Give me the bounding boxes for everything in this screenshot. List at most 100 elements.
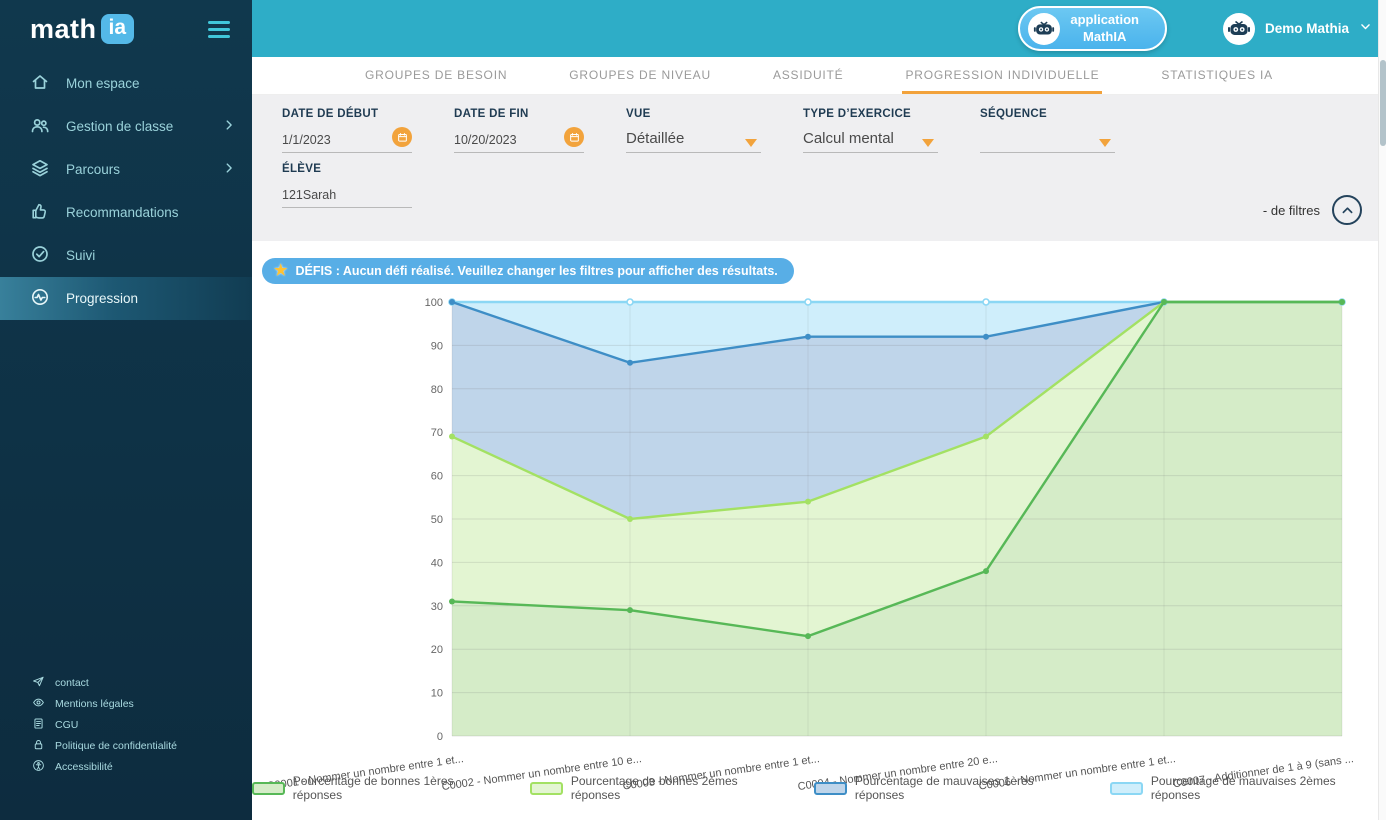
calendar-icon[interactable]	[564, 127, 584, 147]
svg-text:100: 100	[425, 297, 443, 309]
sidebar-item-label: Suivi	[66, 248, 95, 263]
sequence-label: SÉQUENCE	[980, 108, 1115, 120]
eleve-value: 121Sarah	[282, 188, 336, 202]
svg-text:50: 50	[431, 514, 443, 526]
defis-banner-text: DÉFIS : Aucun défi réalisé. Veuillez cha…	[295, 264, 777, 278]
user-menu[interactable]: Demo Mathia	[1223, 13, 1372, 45]
sequence-select[interactable]	[980, 120, 1115, 153]
star-icon: ★	[274, 263, 287, 278]
date-debut-value: 1/1/2023	[282, 133, 331, 147]
legend-swatch	[1110, 782, 1143, 795]
svg-text:20: 20	[431, 644, 443, 656]
tab-progression-individuelle[interactable]: PROGRESSION INDIVIDUELLE	[902, 68, 1102, 94]
tab-groupes-de-niveau[interactable]: GROUPES DE NIVEAU	[566, 68, 714, 94]
vue-label: VUE	[626, 108, 761, 120]
thumbs-up-icon	[30, 201, 50, 224]
chevron-down-icon	[745, 139, 757, 147]
svg-text:60: 60	[431, 471, 443, 483]
legend-item-bonnes-2emes[interactable]: Pourcentage de bonnes 2èmes réponses	[530, 774, 788, 802]
chevron-down-icon	[1359, 20, 1372, 38]
sidebar-item-gestion-de-classe[interactable]: Gestion de classe	[0, 105, 252, 148]
accessibility-icon	[32, 759, 45, 775]
activity-icon	[30, 287, 50, 310]
sidebar-item-label: Mon espace	[66, 76, 140, 91]
chevron-right-icon	[222, 118, 236, 135]
date-fin-label: DATE DE FIN	[454, 108, 584, 120]
footer-link-label: Mentions légales	[55, 698, 134, 710]
main-area: application MathIA Demo Mathia GROUPES D…	[252, 0, 1386, 820]
tab-groupes-de-besoin[interactable]: GROUPES DE BESOIN	[362, 68, 510, 94]
legend-label: Pourcentage de bonnes 2èmes réponses	[571, 774, 788, 802]
robot-icon	[1028, 13, 1060, 45]
legend-item-mauvaises-2emes[interactable]: Pourcentage de mauvaises 2èmes réponses	[1110, 774, 1386, 802]
legend-label: Pourcentage de bonnes 1ères réponses	[293, 774, 504, 802]
document-icon	[32, 717, 45, 733]
filters-panel: DATE DE DÉBUT 1/1/2023 DATE DE FIN 10/20…	[252, 95, 1386, 241]
sidebar-item-suivi[interactable]: Suivi	[0, 234, 252, 277]
eleve-label: ÉLÈVE	[282, 163, 412, 175]
users-icon	[30, 115, 50, 138]
vue-select[interactable]: Détaillée	[626, 120, 761, 153]
sidebar-footer: contact Mentions légales CGU Politique d…	[0, 672, 252, 777]
footer-link-contact[interactable]: contact	[32, 672, 252, 693]
legend-label: Pourcentage de mauvaises 1ères réponses	[855, 774, 1084, 802]
sidebar-item-label: Recommandations	[66, 205, 179, 220]
progression-chart: 0102030405060708090100C0001 - Nommer un …	[412, 296, 1362, 772]
filter-sequence: SÉQUENCE	[980, 108, 1115, 153]
date-debut-input[interactable]: 1/1/2023	[282, 120, 412, 153]
eye-icon	[32, 696, 45, 712]
hamburger-menu-icon[interactable]	[208, 17, 230, 42]
tab-assiduite[interactable]: ASSIDUITÉ	[770, 68, 847, 94]
check-circle-icon	[30, 244, 50, 267]
filters-row-2: ÉLÈVE 121Sarah	[282, 163, 1360, 208]
sidebar-item-mon-espace[interactable]: Mon espace	[0, 62, 252, 105]
calendar-icon[interactable]	[392, 127, 412, 147]
filter-eleve: ÉLÈVE 121Sarah	[282, 163, 412, 208]
brand-logo-badge: ia	[101, 14, 135, 44]
sidebar-item-label: Progression	[66, 291, 138, 306]
footer-link-accessibilite[interactable]: Accessibilité	[32, 756, 252, 777]
chart-legend: Pourcentage de bonnes 1ères réponses Pou…	[252, 774, 1386, 802]
application-mathia-button[interactable]: application MathIA	[1018, 6, 1167, 51]
defis-banner: ★ DÉFIS : Aucun défi réalisé. Veuillez c…	[262, 258, 794, 284]
date-fin-input[interactable]: 10/20/2023	[454, 120, 584, 153]
date-debut-label: DATE DE DÉBUT	[282, 108, 412, 120]
legend-swatch	[252, 782, 285, 795]
legend-item-mauvaises-1eres[interactable]: Pourcentage de mauvaises 1ères réponses	[814, 774, 1084, 802]
sidebar-item-progression[interactable]: Progression	[0, 277, 252, 320]
application-mathia-button-label: application MathIA	[1070, 12, 1139, 45]
chevron-down-icon	[1099, 139, 1111, 147]
footer-link-mentions-legales[interactable]: Mentions légales	[32, 693, 252, 714]
sidebar-nav: Mon espace Gestion de classe Parcours Re…	[0, 62, 252, 320]
svg-text:10: 10	[431, 688, 443, 700]
svg-text:30: 30	[431, 601, 443, 613]
tab-bar: GROUPES DE BESOIN GROUPES DE NIVEAU ASSI…	[252, 57, 1386, 95]
footer-link-cgu[interactable]: CGU	[32, 714, 252, 735]
vertical-scrollbar[interactable]	[1378, 0, 1386, 820]
chevron-right-icon	[222, 161, 236, 178]
sidebar-item-parcours[interactable]: Parcours	[0, 148, 252, 191]
chart-container: 0102030405060708090100C0001 - Nommer un …	[412, 296, 1386, 772]
collapse-filters-button[interactable]	[1332, 195, 1362, 225]
svg-text:70: 70	[431, 427, 443, 439]
chevron-down-icon	[922, 139, 934, 147]
footer-link-label: contact	[55, 677, 89, 689]
paper-plane-icon	[32, 675, 45, 691]
svg-text:90: 90	[431, 340, 443, 352]
footer-link-politique-confidentialite[interactable]: Politique de confidentialité	[32, 735, 252, 756]
home-icon	[30, 72, 50, 95]
tab-statistiques-ia[interactable]: STATISTIQUES IA	[1158, 68, 1276, 94]
eleve-input[interactable]: 121Sarah	[282, 175, 412, 208]
footer-link-label: Politique de confidentialité	[55, 740, 177, 752]
legend-item-bonnes-1eres[interactable]: Pourcentage de bonnes 1ères réponses	[252, 774, 504, 802]
layers-icon	[30, 158, 50, 181]
brand-logo-text: math	[30, 14, 97, 45]
type-exercice-select[interactable]: Calcul mental	[803, 120, 938, 153]
scrollbar-thumb[interactable]	[1380, 60, 1386, 146]
svg-text:80: 80	[431, 384, 443, 396]
filter-vue: VUE Détaillée	[626, 108, 761, 153]
sidebar: math ia Mon espace Gestion de classe Par…	[0, 0, 252, 820]
sidebar-item-recommandations[interactable]: Recommandations	[0, 191, 252, 234]
app-root: math ia Mon espace Gestion de classe Par…	[0, 0, 1386, 820]
footer-link-label: CGU	[55, 719, 78, 731]
